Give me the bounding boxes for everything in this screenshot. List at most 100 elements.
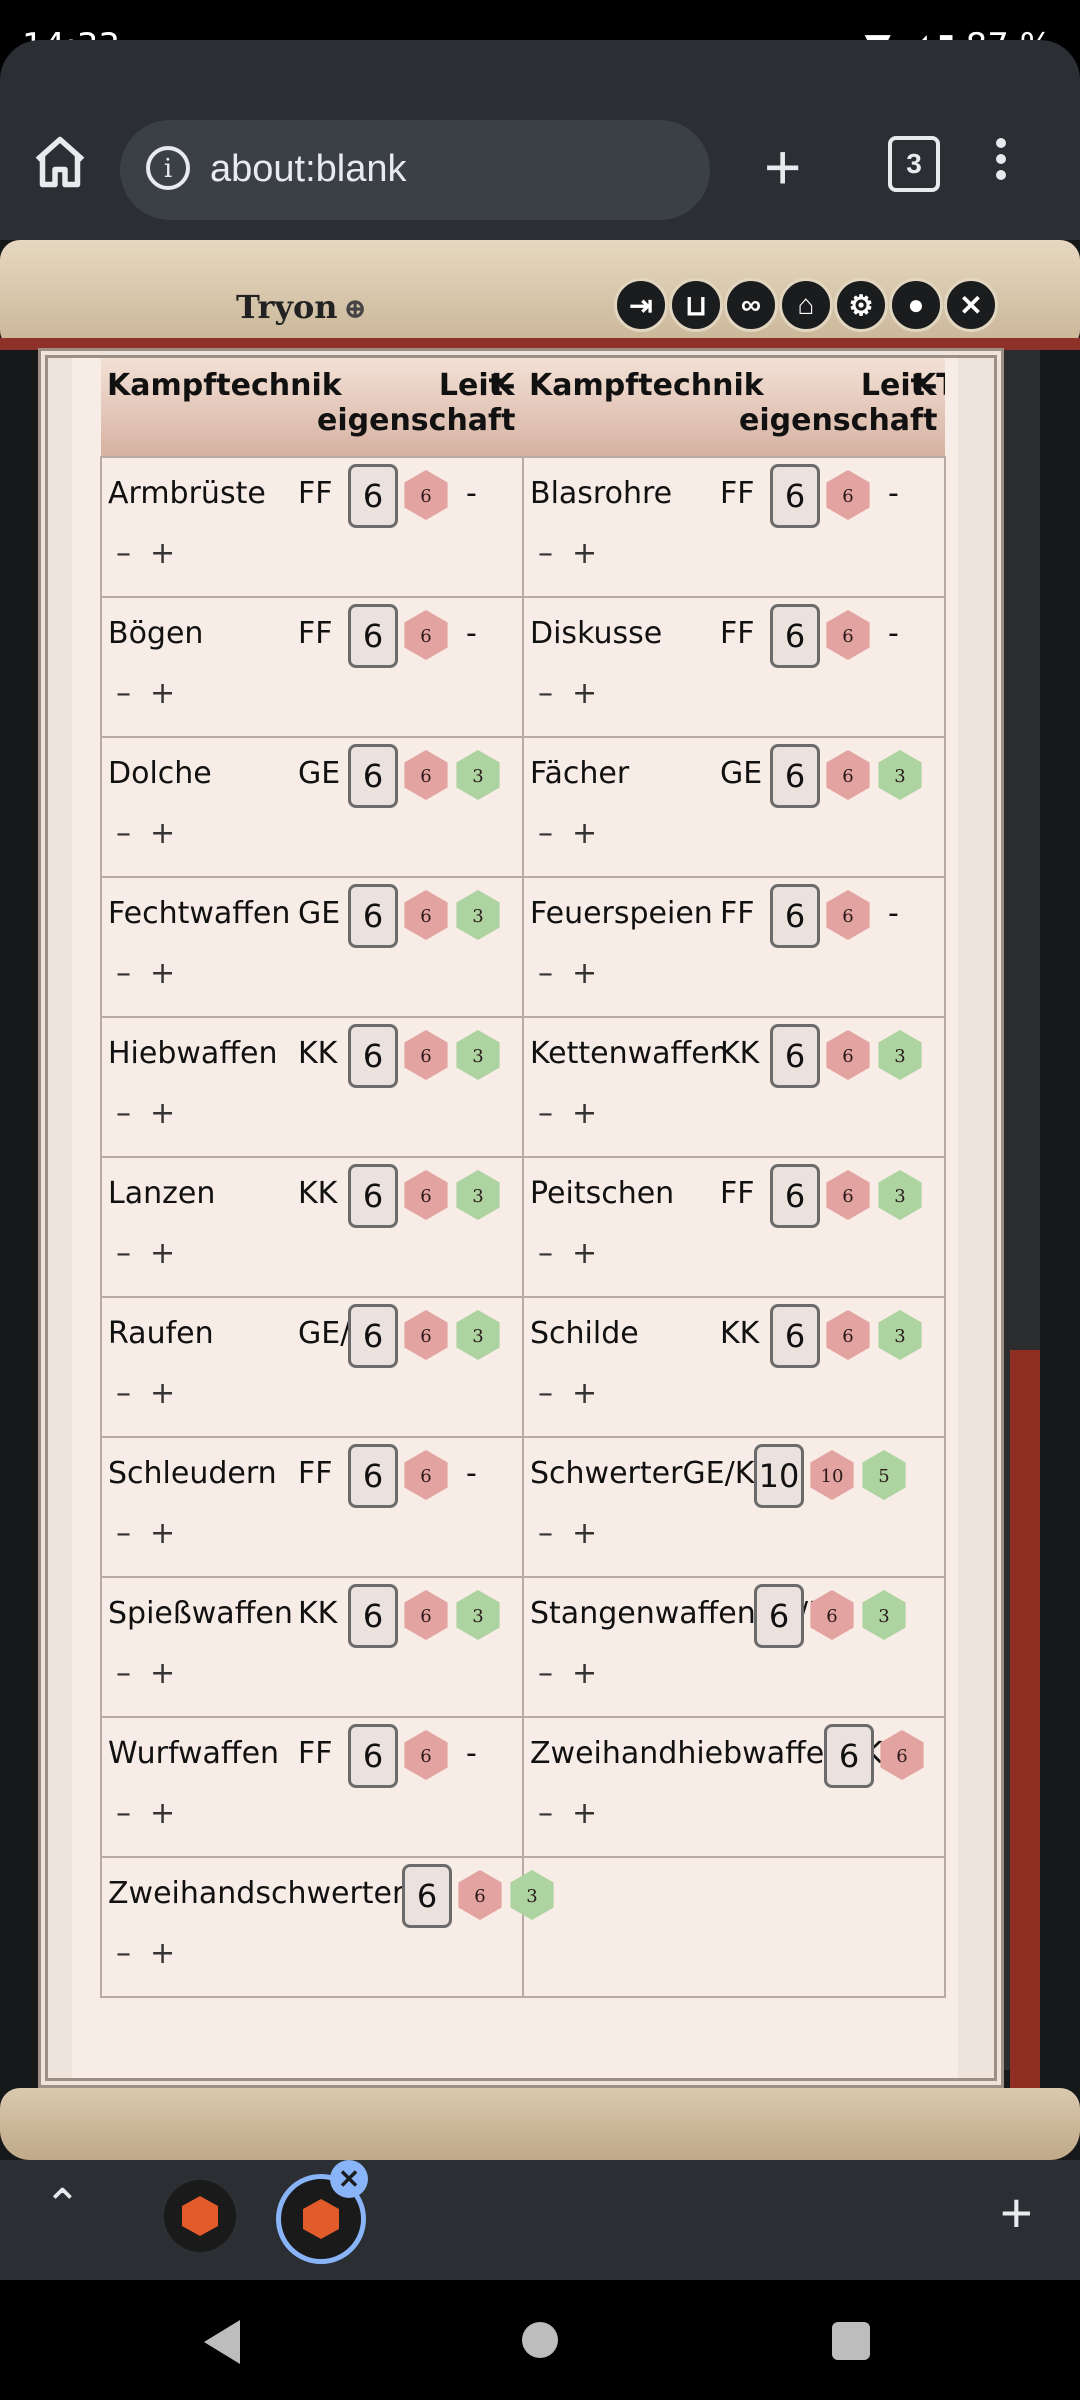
d20-icon[interactable]: 3 [456,1170,500,1220]
recents-icon[interactable] [832,2322,870,2360]
decrease-button[interactable]: – [538,1516,553,1551]
chevron-up-icon[interactable]: ⌃ [44,2180,81,2231]
tab-thumbnail[interactable] [164,2180,236,2252]
decrease-button[interactable]: – [116,1936,131,1971]
d20-icon[interactable]: 6 [826,1030,870,1080]
d20-icon[interactable]: 3 [456,1310,500,1360]
decrease-button[interactable]: – [538,1096,553,1131]
increase-button[interactable]: + [150,1236,175,1271]
d20-icon[interactable]: 6 [880,1730,924,1780]
increase-button[interactable]: + [150,1936,175,1971]
d20-icon[interactable]: 6 [826,610,870,660]
decrease-button[interactable]: – [116,956,131,991]
d20-icon[interactable]: 6 [404,610,448,660]
increase-button[interactable]: + [150,1096,175,1131]
increase-button[interactable]: + [150,816,175,851]
user-icon[interactable]: ● [889,278,943,332]
increase-button[interactable]: + [572,1796,597,1831]
increase-button[interactable]: + [150,1516,175,1551]
d20-icon[interactable]: 6 [404,1730,448,1780]
d20-icon[interactable]: 3 [878,1030,922,1080]
home-nav-icon[interactable] [522,2322,558,2358]
decrease-button[interactable]: – [538,956,553,991]
increase-button[interactable]: + [572,536,597,571]
increase-button[interactable]: + [572,1656,597,1691]
d20-icon[interactable]: 6 [826,470,870,520]
decrease-button[interactable]: – [538,1796,553,1831]
header-actions: ⇥ ⊔ ∞ ⌂ ⚙ ● ✕ [614,278,998,332]
increase-button[interactable]: + [572,816,597,851]
info-icon[interactable]: i [146,146,190,190]
back-icon[interactable] [204,2320,240,2364]
d20-icon[interactable]: 3 [862,1590,906,1640]
new-tab-button[interactable]: + [764,122,801,212]
decrease-button[interactable]: – [116,1236,131,1271]
tab-switcher-button[interactable]: 3 [888,136,940,192]
increase-button[interactable]: + [572,1376,597,1411]
d20-icon[interactable]: 6 [404,1450,448,1500]
address-bar[interactable]: i about:blank [120,120,710,220]
decrease-button[interactable]: – [116,1796,131,1831]
increase-button[interactable]: + [572,1096,597,1131]
d20-icon[interactable]: 6 [404,470,448,520]
d20-icon[interactable]: 6 [404,1030,448,1080]
bank-icon[interactable]: ⌂ [779,278,833,332]
d20-icon[interactable]: 3 [878,1310,922,1360]
decrease-button[interactable]: – [538,1376,553,1411]
d20-icon[interactable]: 10 [810,1450,854,1500]
d20-icon[interactable]: 3 [878,750,922,800]
d20-icon[interactable]: 6 [404,1590,448,1640]
d20-icon[interactable]: 6 [404,1170,448,1220]
login-icon[interactable]: ⇥ [614,278,668,332]
close-tab-icon[interactable]: ✕ [330,2160,368,2198]
decrease-button[interactable]: – [116,1096,131,1131]
d20-icon[interactable]: 6 [458,1870,502,1920]
decrease-button[interactable]: – [538,676,553,711]
unlock-icon[interactable]: ⊔ [669,278,723,332]
close-icon[interactable]: ✕ [944,278,998,332]
decrease-button[interactable]: – [116,1656,131,1691]
d20-icon[interactable]: 5 [862,1450,906,1500]
increase-button[interactable]: + [150,956,175,991]
d20-icon[interactable]: 3 [456,1590,500,1640]
d20-icon[interactable]: 6 [404,1310,448,1360]
d20-icon[interactable]: 3 [456,1030,500,1080]
d20-icon[interactable]: 3 [456,750,500,800]
d20-icon[interactable]: 6 [826,890,870,940]
increase-button[interactable]: + [150,1796,175,1831]
decrease-button[interactable]: – [538,536,553,571]
decrease-button[interactable]: – [538,1236,553,1271]
decrease-button[interactable]: – [538,1656,553,1691]
d20-icon[interactable]: 6 [404,890,448,940]
decrease-button[interactable]: – [116,1376,131,1411]
decrease-button[interactable]: – [116,676,131,711]
increase-button[interactable]: + [150,676,175,711]
increase-button[interactable]: + [572,676,597,711]
header-ktwa-left: K [491,368,515,403]
increase-button[interactable]: + [572,1516,597,1551]
decrease-button[interactable]: – [116,816,131,851]
d20-icon[interactable]: 6 [826,1170,870,1220]
increase-button[interactable]: + [150,1656,175,1691]
increase-button[interactable]: + [150,536,175,571]
increase-button[interactable]: + [572,1236,597,1271]
increase-button[interactable]: + [150,1376,175,1411]
technique-value: 6 [348,464,398,528]
globe-icon[interactable]: ⊕ [344,292,367,325]
link-icon[interactable]: ∞ [724,278,778,332]
home-icon[interactable] [30,132,90,192]
decrease-button[interactable]: – [116,536,131,571]
increase-button[interactable]: + [572,956,597,991]
decrease-button[interactable]: – [116,1516,131,1551]
d20-icon[interactable]: 6 [826,1310,870,1360]
menu-button[interactable] [996,132,1016,186]
d20-icon[interactable]: 3 [878,1170,922,1220]
d20-icon[interactable]: 6 [404,750,448,800]
d20-icon[interactable]: 3 [456,890,500,940]
gear-icon[interactable]: ⚙ [834,278,888,332]
scrollbar[interactable] [1004,350,1040,2160]
d20-icon[interactable]: 6 [826,750,870,800]
add-tab-button[interactable]: + [1000,2180,1033,2245]
scrollbar-thumb[interactable] [1010,1350,1040,2160]
decrease-button[interactable]: – [538,816,553,851]
